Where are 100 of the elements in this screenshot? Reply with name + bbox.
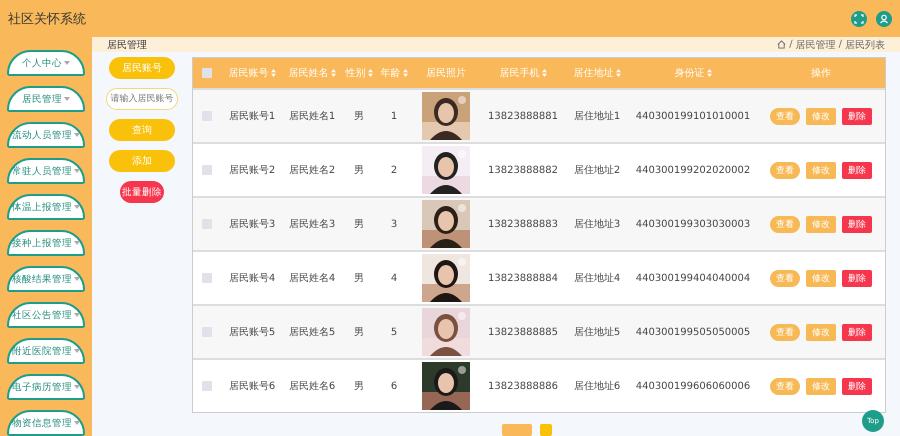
table-cell: 440300199606060006 (636, 380, 750, 392)
table-cell: 居民账号1 (228, 111, 276, 122)
fullscreen-icon[interactable] (851, 10, 867, 26)
delete-button[interactable]: 删除 (842, 324, 872, 340)
app-title: 社区关怀系统 (8, 10, 87, 28)
edit-button[interactable]: 修改 (806, 162, 836, 178)
home-icon[interactable] (777, 40, 786, 49)
row-checkbox[interactable] (202, 327, 212, 337)
delete-button[interactable]: 删除 (842, 216, 872, 232)
column-header: 居民照片 (426, 66, 466, 80)
table-cell: 13823888882 (488, 164, 558, 176)
column-header[interactable]: 居民账号 (228, 66, 268, 80)
row-checkbox[interactable] (202, 165, 212, 175)
column-header[interactable]: 身份证 (674, 66, 704, 80)
column-header[interactable]: 居民姓名 (288, 66, 328, 80)
sidebar-item[interactable]: 物资信息管理 (7, 410, 85, 436)
table-cell: 居民姓名1 (288, 111, 336, 122)
edit-button[interactable]: 修改 (806, 216, 836, 232)
edit-button[interactable]: 修改 (806, 378, 836, 394)
view-button[interactable]: 查看 (770, 378, 800, 394)
caret-icon (74, 421, 80, 425)
sidebar-item[interactable]: 接种上报管理 (7, 230, 85, 256)
view-button[interactable]: 查看 (770, 270, 800, 286)
delete-button[interactable]: 删除 (842, 270, 872, 286)
user-icon[interactable] (876, 10, 892, 26)
table-cell: 13823888886 (488, 380, 558, 392)
table-cell: 居民姓名6 (288, 381, 336, 392)
table-cell: 居民账号4 (228, 273, 276, 284)
sidebar-item[interactable]: 常驻人员管理 (7, 158, 85, 184)
table-cell: 4 (390, 272, 398, 284)
caret-icon (74, 385, 80, 389)
sidebar-item[interactable]: 附近医院管理 (7, 338, 85, 364)
table-cell: 居民姓名4 (288, 273, 336, 284)
table-cell: 440300199505050005 (636, 326, 750, 338)
caret-icon (74, 241, 80, 245)
view-button[interactable]: 查看 (770, 324, 800, 340)
edit-button[interactable]: 修改 (806, 270, 836, 286)
caret-icon (74, 205, 80, 209)
table-cell: 男 (354, 327, 364, 338)
row-checkbox[interactable] (202, 111, 212, 121)
column-header: 操作 (811, 67, 831, 80)
table-cell: 男 (354, 273, 364, 284)
sort-icon[interactable] (706, 69, 712, 77)
column-header[interactable]: 居住地址 (574, 66, 614, 80)
sort-icon[interactable] (616, 69, 620, 77)
sort-icon[interactable] (330, 69, 336, 77)
sidebar-item[interactable]: 流动人员管理 (7, 122, 85, 148)
table-cell: 440300199101010001 (636, 110, 750, 122)
table-cell: 居住地址2 (574, 165, 620, 176)
sort-icon[interactable] (402, 69, 408, 77)
row-checkbox[interactable] (202, 273, 212, 283)
search-field[interactable]: 请输入居民账号 (106, 88, 178, 110)
sidebar-item[interactable]: 个人中心 (7, 50, 85, 76)
select-all-checkbox[interactable] (202, 68, 212, 78)
caret-icon (74, 169, 80, 173)
sort-icon[interactable] (542, 69, 546, 77)
table-cell: 3 (390, 218, 398, 230)
delete-button[interactable]: 删除 (842, 378, 872, 394)
row-checkbox[interactable] (202, 219, 212, 229)
table-cell: 男 (354, 165, 364, 176)
breadcrumb-link[interactable]: 居民列表 (845, 38, 885, 52)
column-header[interactable]: 年龄 (380, 66, 400, 80)
column-header[interactable]: 性别 (346, 66, 366, 80)
column-header[interactable]: 居民手机 (500, 66, 540, 80)
table-cell: 男 (354, 219, 364, 230)
edit-button[interactable]: 修改 (806, 108, 836, 124)
sort-icon[interactable] (368, 69, 372, 77)
table-cell: 居民姓名5 (288, 327, 336, 338)
breadcrumb-separator: / (838, 39, 842, 50)
view-button[interactable]: 查看 (770, 162, 800, 178)
sidebar-item[interactable]: 居民管理 (7, 86, 85, 112)
table-cell: 居民账号6 (228, 381, 276, 392)
caret-icon (74, 277, 80, 281)
table-cell: 13823888884 (488, 272, 558, 284)
page-size-select[interactable] (502, 424, 532, 436)
batch-delete-button[interactable]: 批量删除 (120, 181, 164, 203)
page-button[interactable] (540, 424, 552, 436)
table-cell: 13823888885 (488, 326, 558, 338)
row-checkbox[interactable] (202, 381, 212, 391)
delete-button[interactable]: 删除 (842, 162, 872, 178)
sidebar-item[interactable]: 体温上报管理 (7, 194, 85, 220)
breadcrumb-link[interactable]: 居民管理 (796, 38, 836, 52)
caret-icon (64, 61, 70, 65)
sidebar-item[interactable]: 社区公告管理 (7, 302, 85, 328)
sidebar-item[interactable]: 核酸结果管理 (7, 266, 85, 292)
search-label: 居民账号 (109, 57, 175, 79)
breadcrumb-separator: / (789, 39, 793, 50)
table-cell: 居住地址3 (574, 219, 620, 230)
table-cell: 男 (354, 381, 364, 392)
caret-icon (64, 97, 70, 101)
table-cell: 440300199303030003 (636, 218, 750, 230)
edit-button[interactable]: 修改 (806, 324, 836, 340)
sidebar-item[interactable]: 电子病历管理 (7, 374, 85, 400)
table-cell: 居民账号2 (228, 165, 276, 176)
delete-button[interactable]: 删除 (842, 108, 872, 124)
view-button[interactable]: 查看 (770, 108, 800, 124)
sort-icon[interactable] (270, 69, 276, 77)
table-cell: 居住地址5 (574, 327, 620, 338)
table-cell: 440300199202020002 (636, 164, 750, 176)
view-button[interactable]: 查看 (770, 216, 800, 232)
